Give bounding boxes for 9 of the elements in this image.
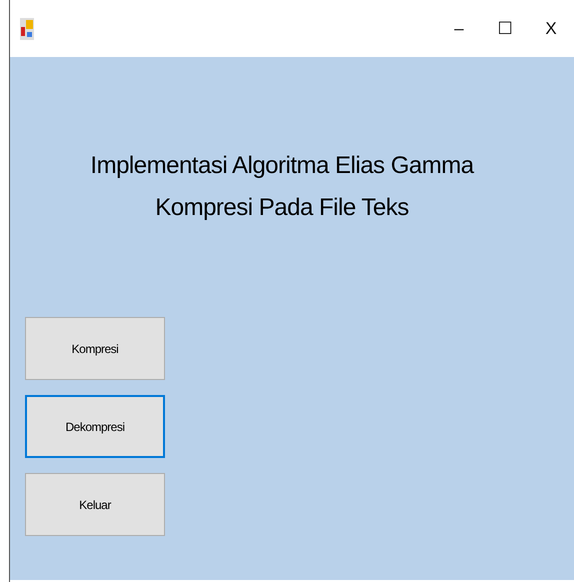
app-icon (20, 18, 34, 40)
maximize-button[interactable]: ☐ (482, 14, 528, 44)
minimize-button[interactable]: – (436, 14, 482, 44)
form-button[interactable]: Keluar (25, 473, 165, 536)
heading-line: Kompresi Pada File Teks (155, 193, 409, 223)
close-button[interactable]: X (528, 14, 574, 44)
form-button[interactable]: Dekompresi (25, 395, 165, 458)
heading-line: Implementasi Algoritma Elias Gamma (90, 151, 474, 181)
form-button[interactable]: Kompresi (25, 317, 165, 380)
